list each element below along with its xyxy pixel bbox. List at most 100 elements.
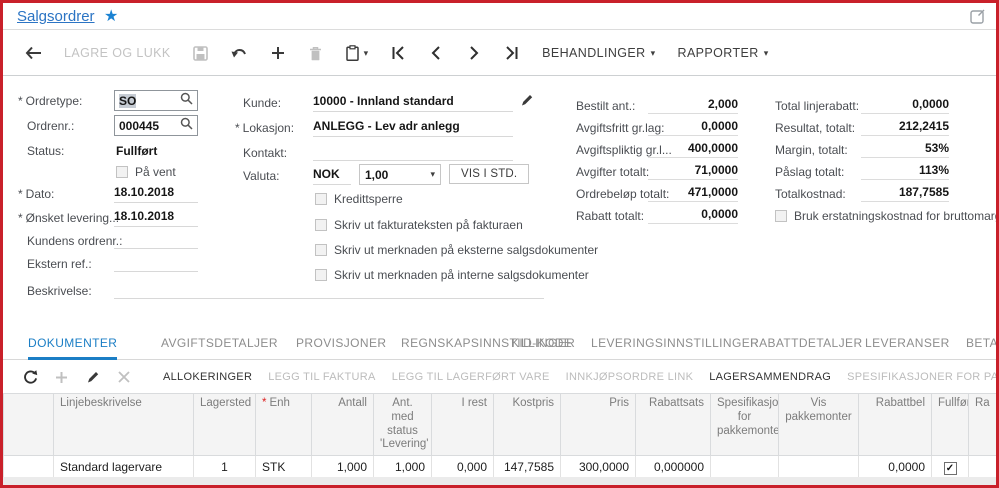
dato-value[interactable]: 18.10.2018 xyxy=(114,185,198,203)
print-external-note-checkbox[interactable] xyxy=(315,243,327,256)
allokeringer-button[interactable]: ALLOKERINGER xyxy=(163,371,252,383)
tab-rabattdetaljer[interactable]: RABATTDETALJER xyxy=(750,328,863,360)
cell-spesifikasjon[interactable] xyxy=(710,455,779,480)
bestilt-ant-value: 2,000 xyxy=(648,97,738,114)
cell-vis-pakkemonter[interactable] xyxy=(778,455,859,480)
valuta-rate-select[interactable]: 1,00 ▾ xyxy=(359,164,441,185)
print-internal-note-checkbox[interactable] xyxy=(315,268,327,281)
cell-linjebeskrivelse[interactable]: Standard lagervare xyxy=(53,455,194,480)
ekstern-ref-value[interactable] xyxy=(114,255,198,272)
save-icon[interactable] xyxy=(193,45,209,61)
cell-i-rest[interactable]: 0,000 xyxy=(431,455,494,480)
column-header-antall[interactable]: Antall xyxy=(311,392,374,457)
legg-til-faktura-button[interactable]: LEGG TIL FAKTURA xyxy=(268,371,376,383)
edit-row-icon[interactable] xyxy=(85,370,100,384)
pa-vent-checkbox[interactable] xyxy=(116,165,128,178)
tab-kid-kode[interactable]: KID-KODE xyxy=(511,328,572,360)
tab-leveringsinnstillinger[interactable]: LEVERINGSINNSTILLINGER xyxy=(591,328,759,360)
cell-lagersted[interactable]: 1 xyxy=(193,455,256,480)
cell-ant-lev[interactable]: 1,000 xyxy=(373,455,432,480)
onsket-levering-label: * Ønsket levering... xyxy=(18,211,120,225)
paslag-totalt-value: 113% xyxy=(861,163,949,180)
column-header-rabattbelop[interactable]: Rabattbel xyxy=(858,392,932,457)
ordrenr-input[interactable]: 000445 xyxy=(114,115,198,136)
tab-avgiftsdetaljer[interactable]: AVGIFTSDETALJER xyxy=(161,328,278,360)
edit-customer-icon[interactable] xyxy=(520,93,534,112)
print-invoice-text-checkbox[interactable] xyxy=(315,218,327,231)
kundens-ordrenr-value[interactable] xyxy=(114,232,198,249)
column-header-spesifikasjon[interactable]: Spesifikasjon for pakkemonter xyxy=(710,392,779,457)
horizontal-scrollbar[interactable] xyxy=(3,477,996,485)
column-header-linjebeskrivelse[interactable]: Linjebeskrivelse xyxy=(53,392,194,457)
replacement-cost-checkbox-row[interactable]: Bruk erstatningskostnad for bruttomargin… xyxy=(775,207,996,225)
legg-til-lagerfort-vare-button[interactable]: LEGG TIL LAGERFØRT VARE xyxy=(392,371,550,383)
search-icon[interactable] xyxy=(180,117,193,135)
column-header-i-rest[interactable]: I rest xyxy=(431,392,494,457)
kredittsperre-checkbox[interactable] xyxy=(315,192,327,205)
back-icon[interactable] xyxy=(25,46,42,60)
column-header-ant-med-status[interactable]: Ant. med status 'Levering' xyxy=(373,392,432,457)
avgifter-totalt-label: Avgifter totalt: xyxy=(576,165,650,179)
behandlinger-menu[interactable]: BEHANDLINGER ▾ xyxy=(542,46,655,60)
note-edit-icon[interactable] xyxy=(970,8,986,29)
spesifikasjoner-button[interactable]: SPESIFIKASJONER FOR PAKKEMONTERING xyxy=(847,371,996,383)
pa-vent-checkbox-row[interactable]: På vent xyxy=(116,163,176,181)
add-icon[interactable] xyxy=(270,46,286,60)
go-first-icon[interactable] xyxy=(390,46,406,60)
kunde-value[interactable]: 10000 - Innland standard xyxy=(313,94,513,112)
tab-betalinger[interactable]: BETALIN xyxy=(966,328,996,360)
cell-pris[interactable]: 300,0000 xyxy=(560,455,636,480)
cell-rabattbelop[interactable]: 0,0000 xyxy=(858,455,932,480)
beskrivelse-value[interactable] xyxy=(114,282,544,299)
column-header-pris[interactable]: Pris xyxy=(560,392,636,457)
column-header-rowicon[interactable] xyxy=(3,392,54,457)
column-header-rabatt-cut[interactable]: Ra xyxy=(968,392,996,457)
cell-antall[interactable]: 1,000 xyxy=(311,455,374,480)
column-header-vis-pakkemonter[interactable]: Vis pakkemonter xyxy=(778,392,859,457)
ordretype-label: * Ordretype: xyxy=(18,94,83,108)
lokasjon-value[interactable]: ANLEGG - Lev adr anlegg xyxy=(313,119,513,137)
delete-icon[interactable] xyxy=(308,46,324,61)
table-row[interactable]: Standard lagervare 1 STK 1,000 1,000 0,0… xyxy=(3,455,996,480)
tab-dokumenter[interactable]: DOKUMENTER xyxy=(28,328,118,360)
print-internal-note-checkbox-row[interactable]: Skriv ut merknaden på interne salgsdokum… xyxy=(315,266,589,284)
kredittsperre-checkbox-row[interactable]: Kredittsperre xyxy=(315,190,403,208)
column-header-enh[interactable]: * Enh xyxy=(255,392,312,457)
ordretype-input[interactable]: SO xyxy=(114,90,198,111)
clipboard-icon[interactable]: ▾ xyxy=(345,45,368,61)
print-invoice-text-checkbox-row[interactable]: Skriv ut fakturateksten på fakturaen xyxy=(315,216,523,234)
column-header-fullfort[interactable]: Fullført xyxy=(931,392,969,457)
fullfort-checkbox-checked[interactable]: ✓ xyxy=(943,461,957,475)
valuta-currency[interactable]: NOK xyxy=(313,167,351,185)
innkjopsordre-link-button[interactable]: INNKJØPSORDRE LINK xyxy=(566,371,694,383)
go-next-icon[interactable] xyxy=(466,46,482,60)
vis-i-std-button[interactable]: VIS I STD. xyxy=(449,164,530,184)
column-header-rabattsats[interactable]: Rabattsats xyxy=(635,392,711,457)
onsket-levering-value[interactable]: 18.10.2018 xyxy=(114,209,198,227)
tab-leveranser[interactable]: LEVERANSER xyxy=(865,328,950,360)
rapporter-menu[interactable]: RAPPORTER ▾ xyxy=(678,46,769,60)
undo-icon[interactable] xyxy=(231,47,248,60)
column-header-lagersted[interactable]: Lagersted xyxy=(193,392,256,457)
replacement-cost-checkbox[interactable] xyxy=(775,209,787,222)
print-external-note-checkbox-row[interactable]: Skriv ut merknaden på eksterne salgsdoku… xyxy=(315,241,598,259)
search-icon[interactable] xyxy=(180,92,193,110)
go-previous-icon[interactable] xyxy=(428,46,444,60)
cell-fullfort[interactable]: ✓ xyxy=(931,455,969,480)
cell-rabattsats[interactable]: 0,000000 xyxy=(635,455,711,480)
kontakt-value[interactable] xyxy=(313,144,513,161)
refresh-icon[interactable] xyxy=(23,369,38,385)
cell-enh[interactable]: STK xyxy=(255,455,312,480)
tab-provisjoner[interactable]: PROVISJONER xyxy=(296,328,386,360)
resultat-totalt-label: Resultat, totalt: xyxy=(775,121,856,135)
page-title[interactable]: Salgsordrer xyxy=(17,8,95,25)
favorite-star-icon[interactable]: ★ xyxy=(104,6,118,26)
column-header-kostpris[interactable]: Kostpris xyxy=(493,392,561,457)
cell-rabatt-cut[interactable] xyxy=(968,455,996,480)
lagersammendrag-button[interactable]: LAGERSAMMENDRAG xyxy=(709,371,831,383)
cell-kostpris[interactable]: 147,7585 xyxy=(493,455,561,480)
go-last-icon[interactable] xyxy=(504,46,520,60)
add-row-icon[interactable] xyxy=(54,371,69,384)
save-and-close-button[interactable]: LAGRE OG LUKK xyxy=(64,46,171,60)
delete-row-icon[interactable] xyxy=(116,371,131,383)
